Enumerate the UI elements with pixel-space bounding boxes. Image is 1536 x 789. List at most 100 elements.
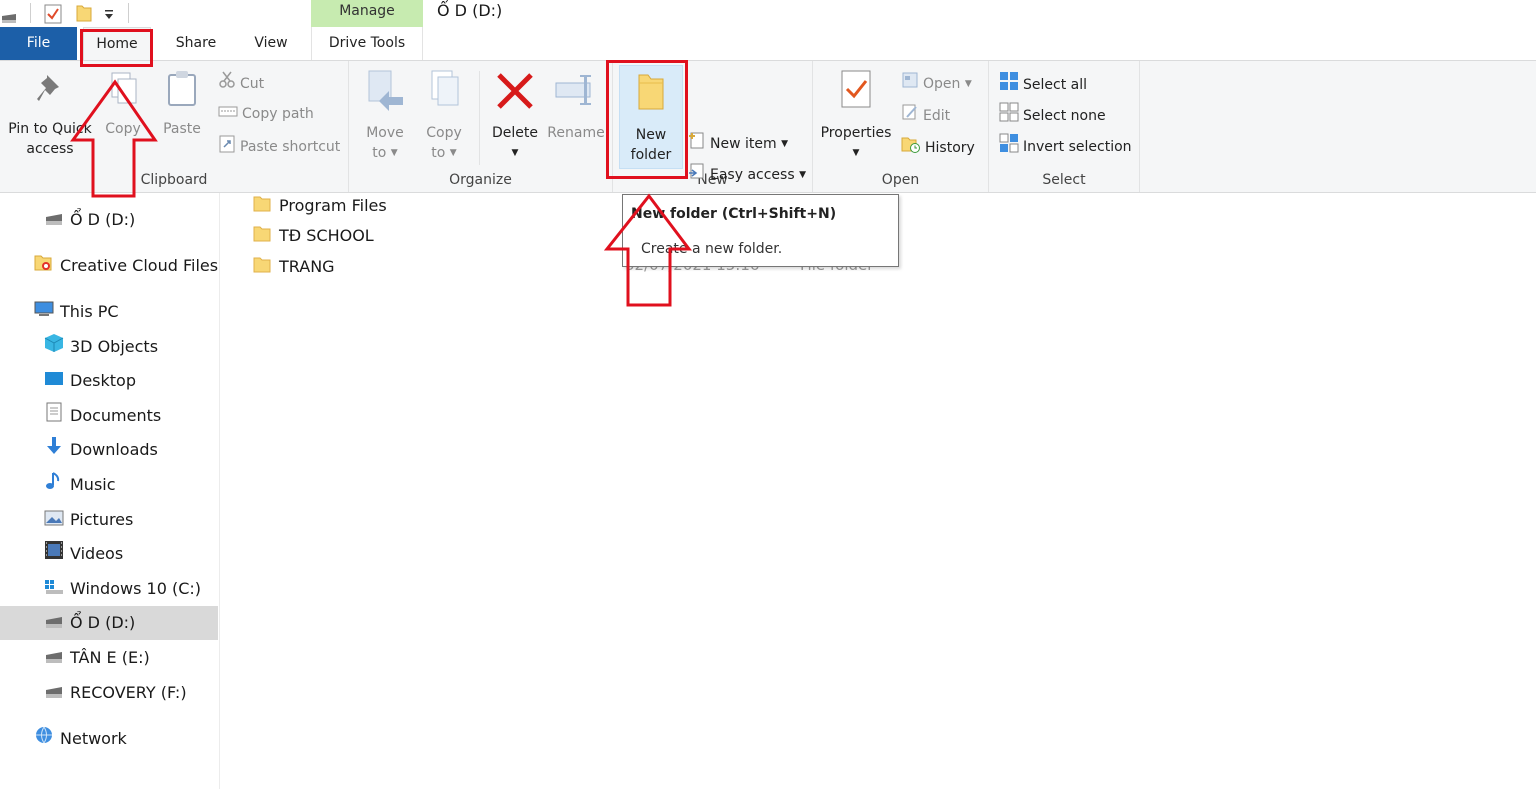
ribbon-tabs: File Home Share View Drive Tools bbox=[0, 27, 1536, 61]
cut-label: Cut bbox=[240, 76, 265, 92]
nav-item-label: Downloads bbox=[70, 440, 158, 459]
move-to-button[interactable]: Move to ▼ bbox=[361, 69, 409, 163]
copy-button[interactable]: Copy bbox=[98, 69, 148, 139]
computer-icon bbox=[34, 299, 54, 327]
paste-icon bbox=[156, 69, 208, 113]
nav-item-drive-d[interactable]: Ổ D (D:) bbox=[44, 609, 135, 637]
folder-icon bbox=[253, 224, 271, 250]
select-group: Select all Select none Invert selection … bbox=[989, 61, 1140, 192]
list-item[interactable]: TRANG bbox=[253, 254, 335, 280]
easy-access-button[interactable]: Easy access ▼ bbox=[688, 162, 806, 186]
nav-item-videos[interactable]: Videos bbox=[44, 540, 123, 568]
desktop-icon bbox=[44, 368, 64, 396]
select-all-button[interactable]: Select all bbox=[999, 71, 1087, 95]
nav-item-pictures[interactable]: Pictures bbox=[44, 506, 133, 534]
rename-icon bbox=[547, 69, 605, 117]
nav-item-label: 3D Objects bbox=[70, 337, 159, 356]
copy-to-label-line1: Copy bbox=[426, 125, 462, 141]
drive-icon bbox=[44, 645, 64, 673]
drive-icon bbox=[44, 680, 64, 708]
rename-label: Rename bbox=[547, 125, 605, 141]
file-name: TĐ SCHOOL bbox=[279, 226, 374, 245]
new-item-button[interactable]: New item ▼ bbox=[688, 131, 788, 155]
open-icon bbox=[901, 71, 919, 97]
nav-item-documents[interactable]: Documents bbox=[44, 402, 161, 430]
tab-file[interactable]: File bbox=[0, 27, 77, 60]
tab-share[interactable]: Share bbox=[163, 27, 229, 60]
new-folder-icon[interactable] bbox=[76, 4, 92, 26]
copy-to-label-line2: to ▼ bbox=[431, 145, 457, 161]
edit-icon bbox=[901, 103, 919, 129]
downloads-icon bbox=[44, 436, 64, 465]
nav-item-label: Ổ D (D:) bbox=[70, 210, 136, 229]
nav-item-desktop[interactable]: Desktop bbox=[44, 367, 136, 395]
properties-icon bbox=[819, 69, 893, 117]
delete-dropdown-icon[interactable]: ▼ bbox=[512, 148, 519, 158]
tab-view[interactable]: View bbox=[240, 27, 302, 60]
nav-item-downloads[interactable]: Downloads bbox=[44, 436, 158, 464]
new-folder-highlight-box bbox=[606, 60, 688, 179]
rename-button[interactable]: Rename bbox=[547, 69, 605, 143]
history-button[interactable]: History bbox=[901, 135, 975, 159]
move-to-label-line1: Move bbox=[366, 125, 404, 141]
paste-shortcut-button[interactable]: Paste shortcut bbox=[218, 133, 340, 157]
copy-icon bbox=[98, 69, 148, 113]
properties-label: Properties bbox=[820, 125, 892, 141]
quick-access-toolbar bbox=[0, 0, 130, 27]
organize-group: Move to ▼ Copy to ▼ Delete ▼ Rename Orga… bbox=[349, 61, 613, 192]
pin-icon bbox=[4, 69, 96, 113]
copy-to-button[interactable]: Copy to ▼ bbox=[419, 69, 469, 163]
cut-button[interactable]: Cut bbox=[218, 71, 264, 95]
nav-item-drive-d-top[interactable]: Ổ D (D:) bbox=[44, 206, 135, 234]
folder-icon bbox=[253, 255, 271, 281]
window-title: Ổ D (D:) bbox=[437, 1, 503, 20]
customize-dropdown-icon[interactable] bbox=[104, 6, 114, 25]
move-to-label-line2: to ▼ bbox=[372, 145, 398, 161]
manage-contextual-tab[interactable]: Manage bbox=[311, 0, 423, 27]
windows-drive-icon bbox=[44, 576, 64, 604]
nav-item-creative-cloud[interactable]: Creative Cloud Files bbox=[34, 252, 218, 280]
file-name: Program Files bbox=[279, 196, 387, 215]
select-none-button[interactable]: Select none bbox=[999, 102, 1106, 126]
nav-item-recovery-f[interactable]: RECOVERY (F:) bbox=[44, 679, 187, 707]
nav-item-network[interactable]: Network bbox=[34, 725, 127, 753]
list-item[interactable]: TĐ SCHOOL bbox=[253, 223, 374, 249]
nav-item-label: Pictures bbox=[70, 510, 134, 529]
properties-button[interactable]: Properties ▼ bbox=[819, 69, 893, 163]
nav-item-music[interactable]: Music bbox=[44, 471, 116, 499]
paste-button[interactable]: Paste bbox=[156, 69, 208, 139]
invert-selection-button[interactable]: Invert selection bbox=[999, 133, 1132, 157]
nav-item-3d-objects[interactable]: 3D Objects bbox=[44, 333, 158, 361]
edit-button[interactable]: Edit bbox=[901, 103, 950, 127]
nav-item-windows-c[interactable]: Windows 10 (C:) bbox=[44, 575, 201, 603]
delete-button[interactable]: Delete ▼ bbox=[489, 69, 541, 163]
nav-item-drive-e[interactable]: TÂN E (E:) bbox=[44, 644, 150, 672]
paste-shortcut-label: Paste shortcut bbox=[240, 139, 341, 155]
copy-path-button[interactable]: Copy path bbox=[218, 102, 314, 126]
move-to-icon bbox=[361, 69, 409, 117]
edit-label: Edit bbox=[923, 108, 951, 124]
pin-label-line1: Pin to Quick bbox=[8, 121, 92, 137]
organize-group-label: Organize bbox=[449, 172, 512, 188]
navigation-pane[interactable]: Ổ D (D:) Creative Cloud Files This PC 3D… bbox=[0, 193, 220, 789]
file-name: TRANG bbox=[279, 257, 335, 276]
folder-icon bbox=[253, 194, 271, 220]
pictures-icon bbox=[44, 507, 64, 535]
list-item[interactable]: Program Files bbox=[253, 193, 387, 219]
open-button[interactable]: Open ▼ bbox=[901, 71, 972, 95]
new-item-icon bbox=[688, 131, 706, 157]
tab-drive-tools[interactable]: Drive Tools bbox=[311, 27, 423, 60]
paste-label: Paste bbox=[163, 121, 201, 137]
easy-access-label: Easy access bbox=[710, 167, 795, 183]
tooltip-description: Create a new folder. bbox=[641, 241, 783, 257]
nav-item-label: TÂN E (E:) bbox=[70, 648, 150, 667]
nav-item-label: Desktop bbox=[70, 371, 136, 390]
properties-dropdown-icon[interactable]: ▼ bbox=[853, 148, 860, 158]
select-group-label: Select bbox=[1042, 172, 1086, 188]
copy-path-label: Copy path bbox=[242, 106, 314, 122]
delete-x-icon bbox=[489, 69, 541, 117]
properties-check-icon[interactable] bbox=[44, 4, 62, 28]
nav-item-this-pc[interactable]: This PC bbox=[34, 298, 119, 326]
pin-to-quick-access-button[interactable]: Pin to Quick access bbox=[4, 69, 96, 159]
paste-shortcut-icon bbox=[218, 133, 236, 161]
